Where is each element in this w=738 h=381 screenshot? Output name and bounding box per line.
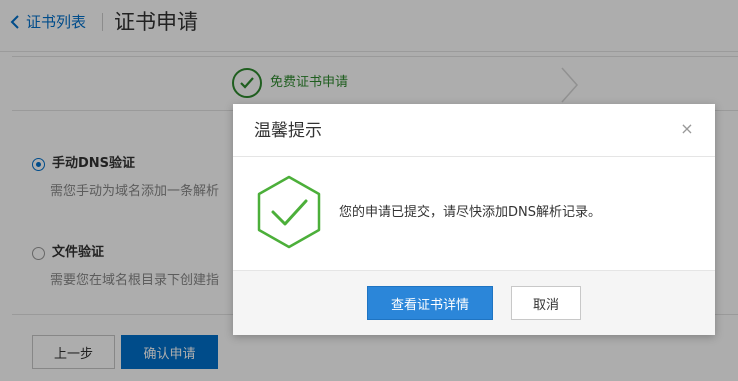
close-icon[interactable]: × <box>679 119 695 138</box>
success-hexagon-icon <box>257 175 321 249</box>
dialog-header: 温馨提示 × <box>233 104 715 157</box>
cancel-button[interactable]: 取消 <box>511 286 581 320</box>
dialog-message: 您的申请已提交，请尽快添加DNS解析记录。 <box>339 205 601 220</box>
view-cert-detail-button[interactable]: 查看证书详情 <box>367 286 493 320</box>
dialog-title: 温馨提示 <box>254 121 322 141</box>
dialog-footer: 查看证书详情 取消 <box>233 270 715 335</box>
tip-dialog: 温馨提示 × 您的申请已提交，请尽快添加DNS解析记录。 查看证书详情 取消 <box>233 104 715 335</box>
